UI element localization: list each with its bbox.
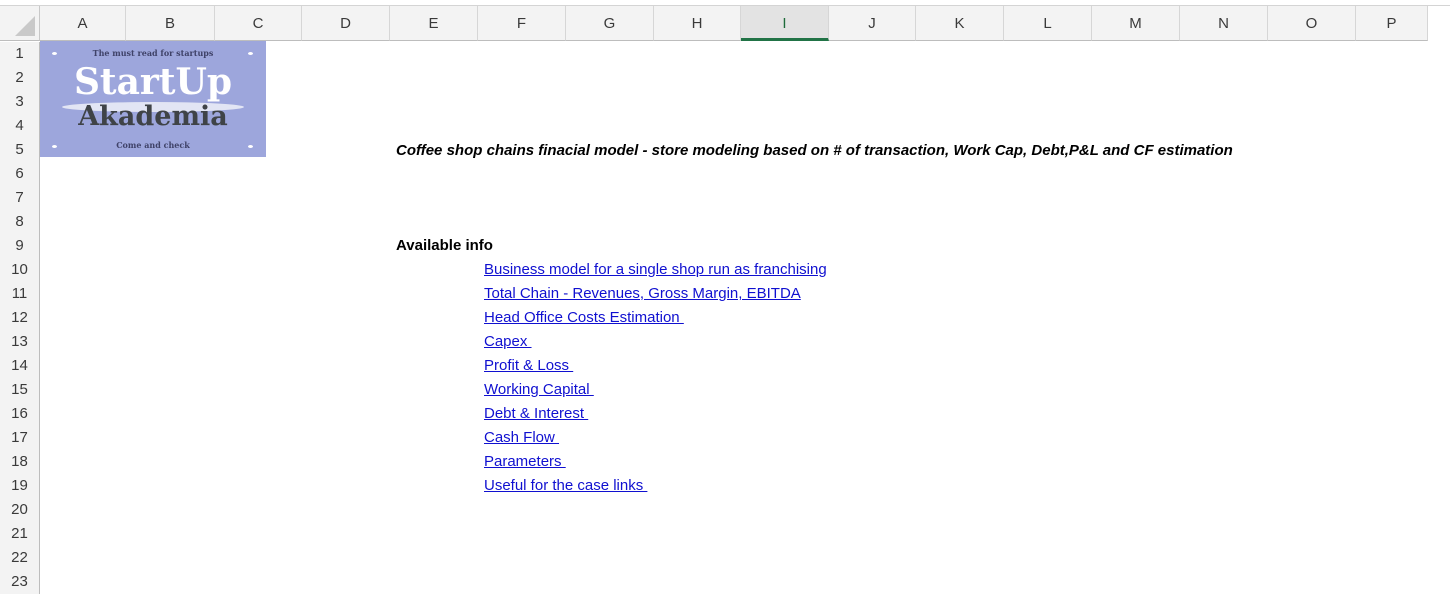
row-header-6[interactable]: 6 [0,162,40,186]
row-header-21[interactable]: 21 [0,522,40,546]
logo-footer: Come and check [116,140,190,150]
row-header-15[interactable]: 15 [0,378,40,402]
row-header-20[interactable]: 20 [0,498,40,522]
column-header-o[interactable]: O [1268,6,1356,41]
row-header-5[interactable]: 5 [0,138,40,162]
column-header-j[interactable]: J [829,6,916,41]
row-header-8[interactable]: 8 [0,210,40,234]
column-header-a[interactable]: A [40,6,126,41]
logo-word-akademia: Akademia [78,101,228,132]
link-working-capital[interactable]: Working Capital [484,378,594,402]
row-header-22[interactable]: 22 [0,546,40,570]
row-header-14[interactable]: 14 [0,354,40,378]
link-total-chain[interactable]: Total Chain - Revenues, Gross Margin, EB… [484,282,801,306]
column-header-l[interactable]: L [1004,6,1092,41]
link-useful-case-links[interactable]: Useful for the case links [484,474,647,498]
row-header-11[interactable]: 11 [0,282,40,306]
model-title-cell[interactable]: Coffee shop chains finacial model - stor… [396,139,1233,163]
column-header-i[interactable]: I [741,6,829,41]
link-parameters[interactable]: Parameters [484,450,566,474]
logo-tagline: The must read for startups [92,48,214,58]
row-header-4[interactable]: 4 [0,114,40,138]
row-header-23[interactable]: 23 [0,570,40,594]
link-profit-loss[interactable]: Profit & Loss [484,354,573,378]
row-header-17[interactable]: 17 [0,426,40,450]
column-header-p[interactable]: P [1356,6,1428,41]
column-header-b[interactable]: B [126,6,215,41]
column-header-k[interactable]: K [916,6,1004,41]
row-header-9[interactable]: 9 [0,234,40,258]
link-capex[interactable]: Capex [484,330,532,354]
startup-akademia-logo[interactable]: The must read for startups StartUp Akade… [40,41,266,157]
row-header-16[interactable]: 16 [0,402,40,426]
column-header-h[interactable]: H [654,6,741,41]
link-head-office-costs[interactable]: Head Office Costs Estimation [484,306,684,330]
link-business-model[interactable]: Business model for a single shop run as … [484,258,827,282]
column-header-m[interactable]: M [1092,6,1180,41]
row-header-12[interactable]: 12 [0,306,40,330]
row-header-2[interactable]: 2 [0,66,40,90]
select-all-corner[interactable] [0,6,40,41]
link-debt-interest[interactable]: Debt & Interest [484,402,588,426]
column-header-g[interactable]: G [566,6,654,41]
row-header-1[interactable]: 1 [0,42,40,66]
column-header-n[interactable]: N [1180,6,1268,41]
row-header-19[interactable]: 19 [0,474,40,498]
row-header-10[interactable]: 10 [0,258,40,282]
column-header-c[interactable]: C [215,6,302,41]
available-info-label[interactable]: Available info [396,234,493,258]
row-header-3[interactable]: 3 [0,90,40,114]
row-header-18[interactable]: 18 [0,450,40,474]
row-header-13[interactable]: 13 [0,330,40,354]
select-all-triangle-icon [15,16,35,36]
row-header-7[interactable]: 7 [0,186,40,210]
column-header-f[interactable]: F [478,6,566,41]
column-header-e[interactable]: E [390,6,478,41]
link-cash-flow[interactable]: Cash Flow [484,426,559,450]
logo-word-startup: StartUp [73,61,233,103]
column-header-d[interactable]: D [302,6,390,41]
